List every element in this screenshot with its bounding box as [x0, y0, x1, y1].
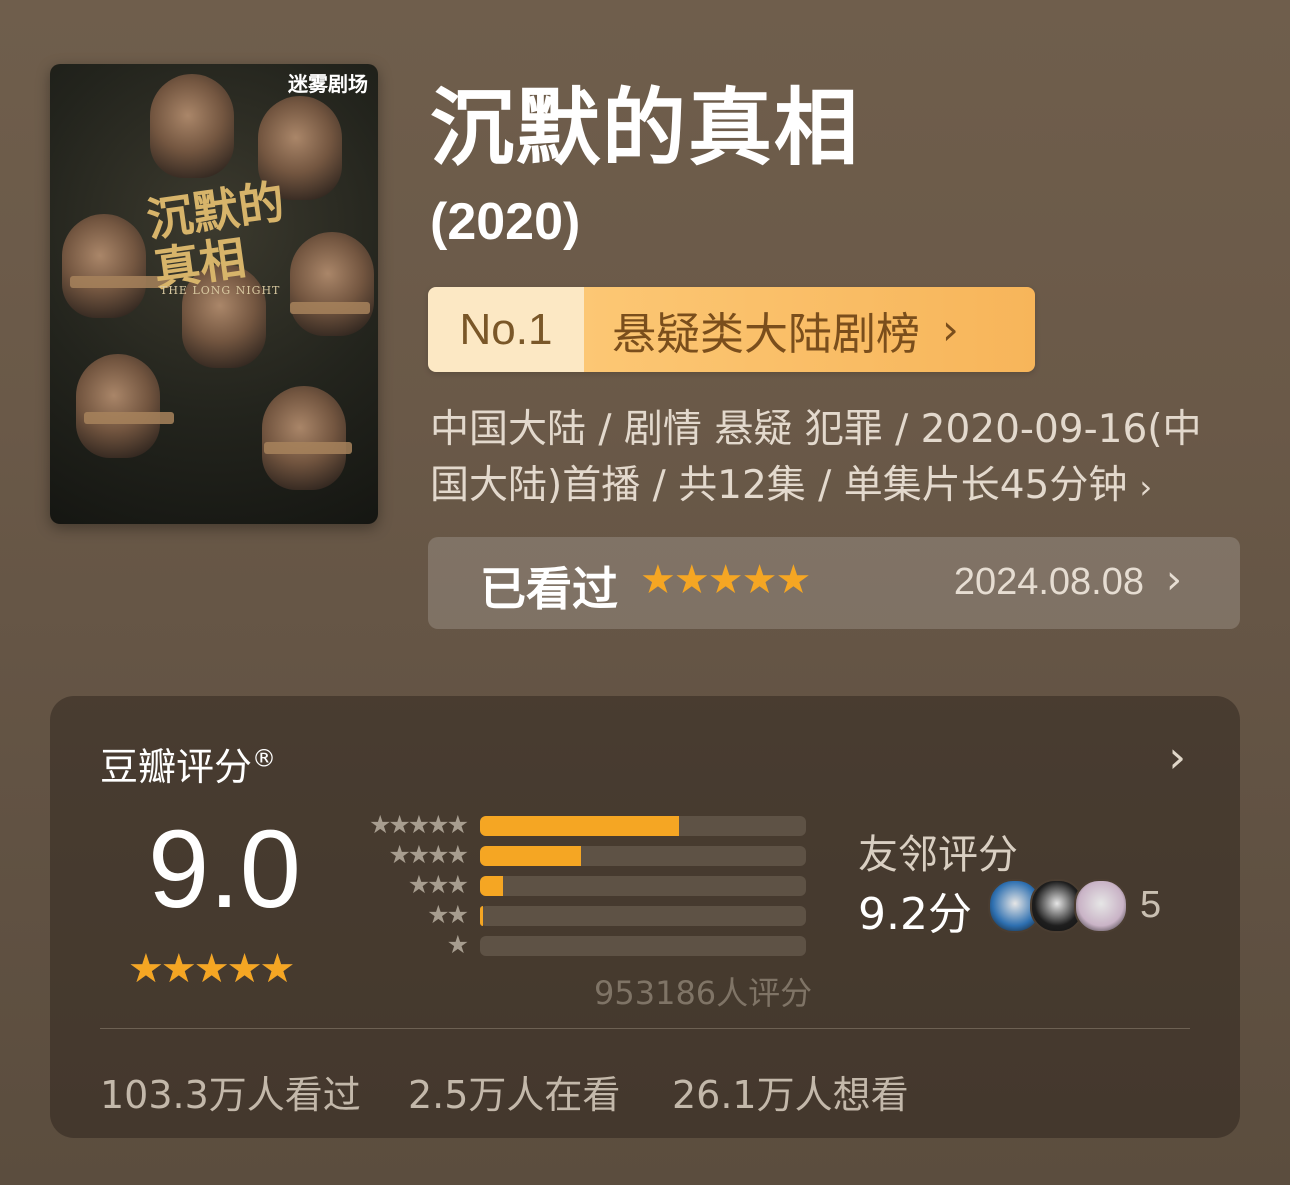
- douban-rating-label-text: 豆瓣评分: [100, 745, 253, 789]
- rank-badge[interactable]: No.1 悬疑类大陆剧榜 ›: [428, 287, 1035, 372]
- my-rating-bar[interactable]: 已看过 ★★★★★ 2024.08.08 ›: [428, 537, 1240, 629]
- chevron-right-icon: ›: [1166, 557, 1182, 603]
- meta-line-text: 国大陆)首播 / 共12集 / 单集片长45分钟: [430, 463, 1128, 508]
- douban-score-stars: ★★★★★ ★★★★★: [128, 946, 328, 992]
- show-meta-info[interactable]: 中国大陆 / 剧情 悬疑 犯罪 / 2020-09-16(中 国大陆)首播 / …: [430, 402, 1220, 515]
- star-level-label: ★★★★: [388, 840, 469, 869]
- poster-face: [150, 74, 234, 178]
- poster-subtitle: THE LONG NIGHT: [160, 284, 281, 297]
- poster-tape: [84, 412, 174, 424]
- rating-bar-track: [480, 846, 806, 866]
- star-icon-filled: ★★★★★: [128, 946, 295, 992]
- want-to-watch-count[interactable]: 26.1万人想看: [672, 1064, 909, 1119]
- neighbor-count[interactable]: 5: [1140, 884, 1161, 927]
- star-level-label: ★★★: [407, 870, 469, 899]
- registered-mark: ®: [252, 744, 277, 773]
- chevron-right-icon: ›: [1139, 468, 1153, 506]
- rating-bar-fill: [480, 876, 503, 896]
- rank-number: No.1: [428, 287, 584, 372]
- poster-tape: [290, 302, 370, 314]
- meta-line-2: 国大陆)首播 / 共12集 / 单集片长45分钟 ›: [430, 458, 1220, 515]
- watched-count[interactable]: 103.3万人看过: [100, 1064, 361, 1119]
- neighbor-rating-score[interactable]: 9.2分: [858, 878, 972, 942]
- meta-line: 中国大陆 / 剧情 悬疑 犯罪 / 2020-09-16(中: [430, 407, 1202, 452]
- my-rating-stars: ★★★★★: [640, 557, 811, 603]
- watched-date: 2024.08.08: [953, 561, 1144, 603]
- poster-face: [76, 354, 160, 458]
- rank-list-link[interactable]: 悬疑类大陆剧榜 ›: [584, 287, 1035, 372]
- rank-list-label: 悬疑类大陆剧榜: [612, 308, 920, 360]
- show-year: (2020): [430, 193, 581, 251]
- poster-face: [62, 214, 146, 318]
- rating-bar-fill: [480, 906, 484, 926]
- poster-image[interactable]: 迷雾剧场 沉默的真相 THE LONG NIGHT: [50, 64, 378, 524]
- rating-bar-track: [480, 816, 806, 836]
- rating-bar-track: [480, 876, 806, 896]
- divider: [100, 1028, 1190, 1029]
- poster-brand-logo: 迷雾剧场: [288, 72, 368, 96]
- rating-bar-fill: [480, 816, 679, 836]
- poster-tape: [264, 442, 352, 454]
- neighbor-rating-label[interactable]: 友邻评分: [858, 822, 1018, 880]
- douban-score: 9.0: [148, 808, 301, 931]
- douban-rating-card[interactable]: 豆瓣评分® › 9.0 ★★★★★ ★★★★★ ★★★★★ ★★★★ ★★★ ★★ ★ …: [50, 696, 1240, 1138]
- rating-bar-track: [480, 936, 806, 956]
- avatar[interactable]: [1074, 879, 1128, 933]
- star-level-label: ★★: [427, 900, 469, 929]
- star-level-label: ★: [446, 930, 469, 959]
- show-title: 沉默的真相: [430, 79, 861, 177]
- rating-bar-fill: [480, 846, 582, 866]
- watching-count[interactable]: 2.5万人在看: [408, 1064, 620, 1119]
- watched-status-label: 已看过: [480, 562, 618, 616]
- rating-count: 953186人评分: [594, 974, 813, 1012]
- chevron-right-icon: ›: [942, 305, 959, 354]
- star-level-label: ★★★★★: [368, 810, 469, 839]
- rating-bar-track: [480, 906, 806, 926]
- poster-face: [262, 386, 346, 490]
- chevron-right-icon[interactable]: ›: [1168, 732, 1186, 783]
- douban-rating-label: 豆瓣评分®: [100, 736, 276, 791]
